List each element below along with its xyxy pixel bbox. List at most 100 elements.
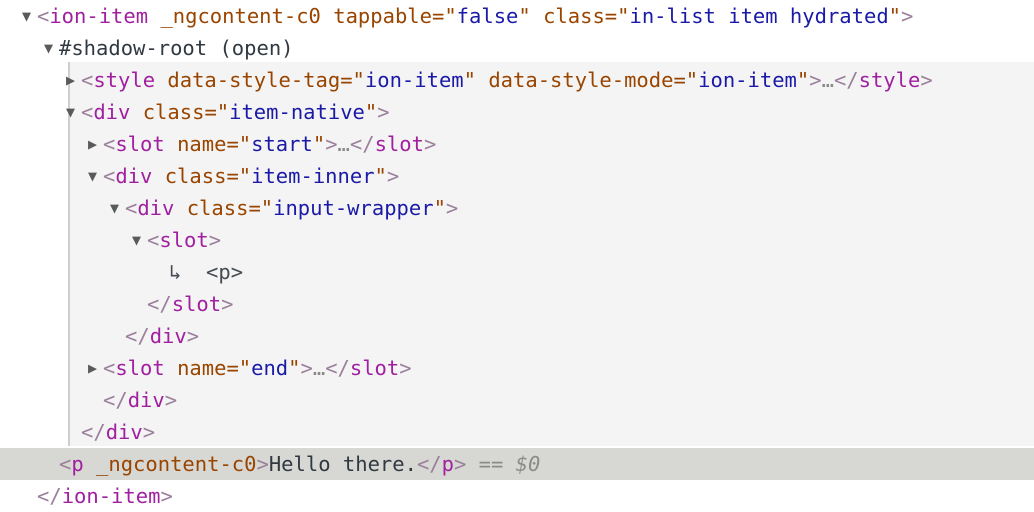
attribute-name[interactable]: class [543,4,605,28]
attribute-name[interactable]: class [143,100,205,124]
tag-name[interactable]: div [93,100,130,124]
attribute-name[interactable]: _ngcontent-c0 [160,4,320,28]
close-bracket: > [386,164,400,188]
dom-node-row[interactable]: ▶↳ <p> [0,256,1034,288]
closing-bracket-end: > [142,420,156,444]
attribute-value[interactable]: start [251,132,313,156]
tag-name[interactable]: slot [159,228,208,252]
dom-node-row[interactable]: ▶</div> [0,320,1034,352]
tag-name[interactable]: slot [115,132,164,156]
dom-node-row[interactable]: ▼ <ion-item _ngcontent-c0 tappable =" false… [0,0,1034,32]
closing-bracket: </ [325,356,350,380]
close-bracket: > [377,100,390,124]
closing-bracket-end: > [399,356,412,380]
attribute-name[interactable]: class [187,196,249,220]
dom-node-row[interactable]: ▶</ion-item> [0,480,1034,512]
closing-tag-name: p [441,452,454,476]
closing-bracket: </ [147,292,172,316]
dom-node-row[interactable]: ▼ #shadow-root (open) [0,32,1034,64]
attribute-value[interactable]: ion-item [365,68,464,92]
disclosure-triangle-collapsed-icon[interactable]: ▶ [88,128,103,160]
dom-node-row[interactable]: ▶ <slot name="start">…</slot> [0,128,1034,160]
attr-gap [130,100,142,124]
closing-tag-name: slot [349,356,400,380]
attribute-name[interactable]: tappable [333,4,432,28]
attribute-value[interactable]: ion-item [698,68,797,92]
attribute-quote-end: " [433,196,446,220]
attribute-equals: =" [604,4,630,28]
dom-node-row[interactable]: ▶</div> [0,384,1034,416]
closing-tag-name: div [149,324,187,348]
tag-name[interactable]: p [71,452,83,476]
attribute-name[interactable]: data-style-tag [167,68,340,92]
closing-bracket: </ [125,324,150,348]
dom-node-row[interactable]: ▼ <slot> [0,224,1034,256]
attribute-name[interactable]: _ngcontent-c0 [96,452,256,476]
collapsed-content-ellipsis[interactable]: … [822,68,834,92]
dom-node-row[interactable]: ▶ <slot name="end">…</slot> [0,352,1034,384]
text-node[interactable]: Hello there. [269,452,417,476]
devtools-elements-tree[interactable]: ▼ <ion-item _ngcontent-c0 tappable="false… [0,0,1034,510]
close-bracket: > [325,132,338,156]
disclosure-triangle-placeholder: ▶ [132,288,147,320]
open-bracket: < [147,228,160,252]
attribute-quote-end: " [364,100,378,124]
disclosure-triangle-expanded-icon[interactable]: ▼ [88,160,103,192]
disclosure-triangle-expanded-icon[interactable]: ▼ [22,0,37,32]
close-bracket: > [208,228,222,252]
dom-node-row[interactable]: ▶</slot> [0,288,1034,320]
closing-tag-name: div [105,420,143,444]
disclosure-triangle-collapsed-icon[interactable]: ▶ [66,64,81,96]
attribute-name[interactable]: name [177,356,226,380]
attribute-quote-end: " [288,356,301,380]
open-bracket: < [37,4,50,28]
attribute-value[interactable]: in-list item hydrated [629,4,888,28]
attribute-value[interactable]: input-wrapper [273,196,433,220]
console-variable-ref: == $0 [478,452,541,476]
disclosure-triangle-placeholder: ▶ [44,448,59,480]
closing-tag-name: slot [374,132,424,156]
closing-bracket-end: > [164,388,178,412]
dom-node-row[interactable]: ▼ <div class="item-inner"> [0,160,1034,192]
tag-name[interactable]: style [93,68,155,92]
disclosure-triangle-expanded-icon[interactable]: ▼ [110,192,125,224]
tag-name[interactable]: div [115,164,152,188]
attribute-value[interactable]: false [457,4,519,28]
close-bracket: > [256,452,269,476]
tag-name[interactable]: ion-item [49,4,148,28]
disclosure-triangle-expanded-icon[interactable]: ▼ [66,96,81,128]
distributed-node-reference[interactable]: ↳ <p> [169,260,243,284]
closing-bracket: </ [81,420,106,444]
attribute-value[interactable]: item-native [229,100,365,124]
attr-gap [148,4,160,28]
tag-name[interactable]: div [137,196,174,220]
attribute-quote-end: " [374,164,387,188]
closing-bracket: </ [349,132,375,156]
collapsed-content-ellipsis[interactable]: … [338,132,350,156]
dom-node-row[interactable]: ▼ <div class="item-native"> [0,96,1034,128]
attribute-name[interactable]: name [177,132,226,156]
open-bracket: < [103,132,116,156]
collapsed-content-ellipsis[interactable]: … [313,356,325,380]
dom-node-row[interactable]: ▶</div> [0,416,1034,448]
disclosure-triangle-collapsed-icon[interactable]: ▶ [88,352,103,384]
attr-gap [476,68,488,92]
dom-node-row-selected[interactable]: ▶<p _ngcontent-c0>Hello there.</p> == $0 [0,448,1034,480]
attribute-value[interactable]: item-inner [251,164,374,188]
console-gap [466,452,478,476]
disclosure-triangle-expanded-icon[interactable]: ▼ [44,32,59,64]
dom-node-row[interactable]: ▼ <div class="input-wrapper"> [0,192,1034,224]
attribute-name[interactable]: class [165,164,227,188]
disclosure-triangle-placeholder: ▶ [110,320,125,352]
attr-gap [174,196,186,220]
open-bracket: < [103,164,116,188]
attribute-value[interactable]: end [251,356,288,380]
open-bracket: < [59,452,72,476]
attribute-name[interactable]: data-style-mode [488,68,673,92]
attribute-equals: =" [204,100,230,124]
dom-node-row[interactable]: ▶ <style data-style-tag="ion-item" data-s… [0,64,1034,96]
disclosure-triangle-expanded-icon[interactable]: ▼ [132,224,147,256]
attr-gap [152,164,164,188]
tag-name[interactable]: slot [115,356,164,380]
open-bracket: < [81,68,94,92]
